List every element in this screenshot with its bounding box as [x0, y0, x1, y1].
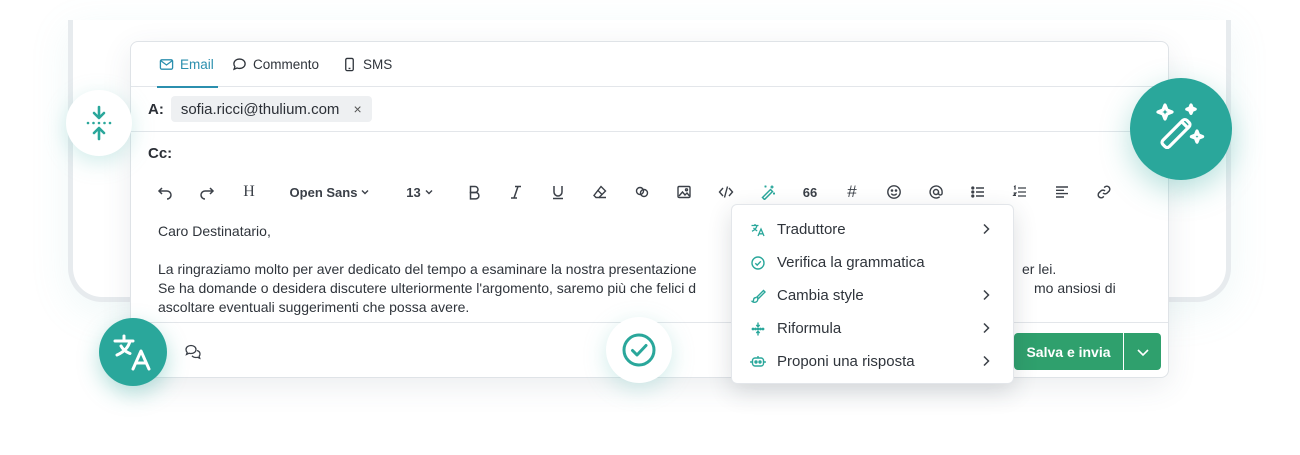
- tab-sms[interactable]: SMS: [342, 42, 392, 87]
- menu-item-proponi-risposta[interactable]: Proponi una risposta: [732, 345, 1013, 378]
- image-button[interactable]: [674, 179, 694, 205]
- translate-feature-bubble: [99, 318, 167, 386]
- chat-button[interactable]: [184, 343, 202, 361]
- quote-button[interactable]: 66: [800, 179, 820, 205]
- mention-button[interactable]: [926, 179, 946, 205]
- chevron-down-icon: [361, 190, 369, 195]
- magic-wand-icon: [761, 185, 775, 200]
- redo-button[interactable]: [197, 179, 217, 205]
- underline-icon: [553, 186, 563, 200]
- tab-commento-label: Commento: [253, 57, 320, 72]
- remove-recipient-icon[interactable]: ×: [353, 101, 361, 117]
- cc-label: Cc:: [148, 145, 173, 162]
- message-line-1-start: La ringraziamo molto per aver dedicato d…: [158, 261, 697, 277]
- chevron-right-icon: [983, 223, 990, 235]
- tab-sms-label: SMS: [363, 57, 393, 72]
- clear-format-button[interactable]: [590, 179, 610, 205]
- tab-commento[interactable]: Commento: [232, 42, 319, 87]
- menu-label-proponi-risposta: Proponi una risposta: [777, 353, 915, 370]
- bold-button[interactable]: [464, 179, 484, 205]
- bullet-list-icon: [971, 186, 984, 198]
- recipient-chip[interactable]: sofia.ricci@thulium.com ×: [170, 96, 372, 122]
- numbered-list-button[interactable]: [1010, 179, 1030, 205]
- chain-link-icon: [1097, 185, 1111, 199]
- font-family-value: Open Sans: [289, 184, 358, 200]
- chevron-right-icon: [983, 289, 990, 301]
- ai-assistant-menu: Traduttore Verifica la grammatica Cambia…: [731, 204, 1014, 384]
- menu-label-traduttore: Traduttore: [777, 221, 846, 238]
- save-send-button[interactable]: Salva e invia: [1014, 333, 1123, 370]
- code-icon: [718, 186, 734, 198]
- ai-wand-feature-bubble: [1130, 78, 1232, 180]
- to-label: A:: [148, 100, 164, 118]
- menu-item-riformula[interactable]: Riformula: [732, 312, 1013, 345]
- numbered-list-icon: [1012, 185, 1026, 197]
- editor-toolbar: H Open Sans 13 66 #: [131, 175, 1168, 209]
- phone-icon: [345, 57, 354, 72]
- translate-icon: [750, 222, 766, 238]
- recipient-email: sofia.ricci@thulium.com: [180, 100, 340, 118]
- message-line-1-end: er lei.: [1022, 261, 1057, 277]
- align-button[interactable]: [1052, 179, 1072, 205]
- compress-icon: [86, 105, 112, 141]
- chevron-down-icon: [425, 190, 433, 195]
- font-size-value: 13: [406, 184, 421, 200]
- ai-assistant-button[interactable]: [758, 179, 778, 205]
- menu-item-cambia-style[interactable]: Cambia style: [732, 279, 1013, 312]
- chat-bubbles-icon: [185, 344, 201, 360]
- comment-icon: [232, 58, 246, 71]
- emoji-button[interactable]: [884, 179, 904, 205]
- menu-label-grammatica: Verifica la grammatica: [777, 254, 925, 271]
- check-circle-icon: [622, 333, 656, 367]
- smiley-icon: [887, 185, 901, 199]
- to-field[interactable]: A: sofia.ricci@thulium.com ×: [131, 87, 1168, 132]
- chevron-right-icon: [983, 355, 990, 367]
- link-rings-icon: [635, 186, 649, 198]
- italic-button[interactable]: [506, 179, 526, 205]
- menu-label-riformula: Riformula: [777, 320, 842, 337]
- hyperlink-button[interactable]: [1094, 179, 1114, 205]
- send-options-dropdown[interactable]: [1124, 333, 1161, 370]
- link-button[interactable]: [632, 179, 652, 205]
- code-button[interactable]: [716, 179, 736, 205]
- bullet-list-button[interactable]: [968, 179, 988, 205]
- chevron-down-icon: [1136, 348, 1149, 356]
- rephrase-icon: [750, 321, 766, 337]
- hashtag-button[interactable]: #: [842, 179, 862, 205]
- eraser-icon: [593, 185, 607, 199]
- at-sign-icon: [929, 185, 943, 199]
- chevron-right-icon: [983, 322, 990, 334]
- check-circle-icon: [750, 255, 766, 271]
- channel-tabs: Email Commento SMS: [131, 42, 1168, 88]
- cc-field[interactable]: Cc:: [131, 132, 1168, 175]
- magic-wand-sparkles-icon: [1156, 103, 1205, 150]
- undo-button[interactable]: [155, 179, 175, 205]
- image-icon: [677, 185, 691, 199]
- mail-icon: [159, 59, 174, 70]
- italic-icon: [511, 185, 521, 199]
- align-left-icon: [1056, 186, 1068, 198]
- message-line-2-start: Se ha domande o desidera discutere ulter…: [158, 280, 697, 296]
- brush-icon: [750, 288, 766, 304]
- font-size-select[interactable]: 13: [405, 179, 435, 205]
- translate-icon: [113, 334, 151, 371]
- bot-icon: [750, 354, 766, 370]
- font-family-select[interactable]: Open Sans: [289, 179, 371, 205]
- tab-email-label: Email: [180, 57, 214, 72]
- tab-email[interactable]: Email: [157, 42, 218, 88]
- menu-item-grammatica[interactable]: Verifica la grammatica: [732, 246, 1013, 279]
- compress-feature-bubble: [66, 90, 132, 156]
- redo-icon: [200, 187, 215, 200]
- underline-button[interactable]: [548, 179, 568, 205]
- menu-label-cambia-style: Cambia style: [777, 287, 864, 304]
- heading-button[interactable]: H: [239, 179, 259, 205]
- grammar-check-feature-bubble: [606, 317, 672, 383]
- bold-icon: [469, 185, 480, 200]
- message-line-2-end: mo ansiosi di: [1034, 280, 1116, 296]
- undo-icon: [157, 187, 172, 200]
- menu-item-traduttore[interactable]: Traduttore: [732, 213, 1013, 246]
